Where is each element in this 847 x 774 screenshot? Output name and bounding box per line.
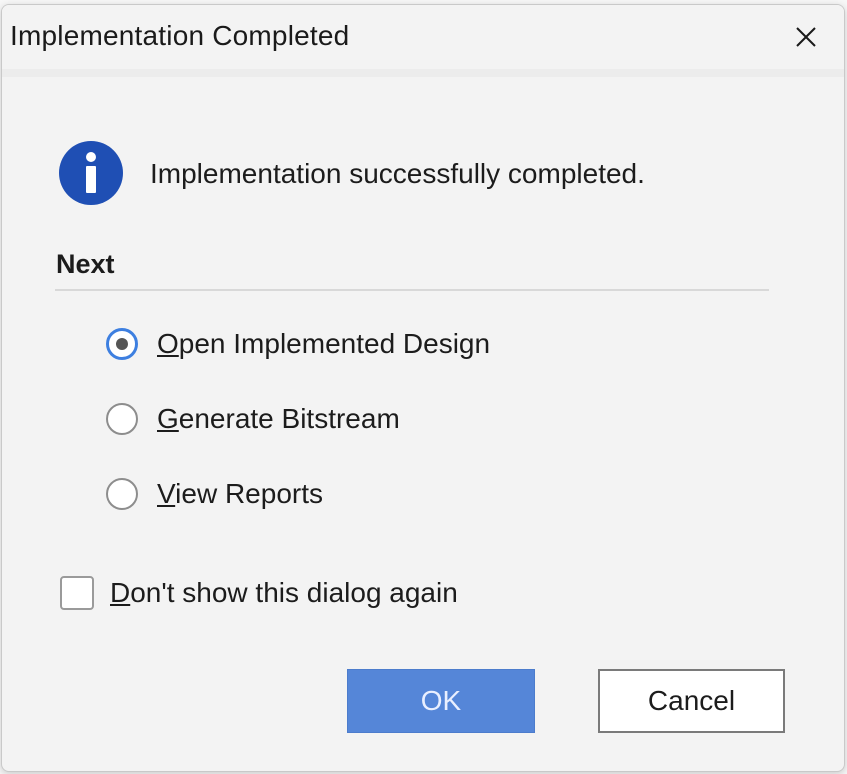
close-icon <box>796 27 816 47</box>
radio-view-reports[interactable]: View Reports <box>106 478 323 510</box>
cancel-button[interactable]: Cancel <box>598 669 785 733</box>
radio-button[interactable] <box>106 478 138 510</box>
dont-show-again-checkbox[interactable] <box>60 576 94 610</box>
status-message: Implementation successfully completed. <box>150 158 645 189</box>
title-bar: Implementation Completed <box>2 5 844 69</box>
radio-button[interactable] <box>106 403 138 435</box>
dialog-title: Implementation Completed <box>10 20 350 51</box>
radio-button-selected[interactable] <box>106 328 138 360</box>
close-button[interactable] <box>780 11 832 63</box>
radio-label: View Reports <box>157 478 324 509</box>
implementation-completed-dialog: Implementation Completed Implementation … <box>1 4 845 772</box>
dont-show-again-row[interactable]: Don't show this dialog again <box>60 576 458 610</box>
radio-label: Open Implemented Design <box>157 328 491 359</box>
dont-show-again-label: Don't show this dialog again <box>110 577 458 608</box>
radio-label: Generate Bitstream <box>157 403 400 434</box>
title-separator <box>2 69 844 77</box>
next-section-label: Next <box>56 249 115 279</box>
radio-open-implemented-design[interactable]: Open Implemented Design <box>106 328 490 360</box>
radio-generate-bitstream[interactable]: Generate Bitstream <box>106 403 400 435</box>
info-icon <box>59 141 123 205</box>
ok-button[interactable]: OK <box>347 669 535 733</box>
section-divider <box>55 289 769 291</box>
